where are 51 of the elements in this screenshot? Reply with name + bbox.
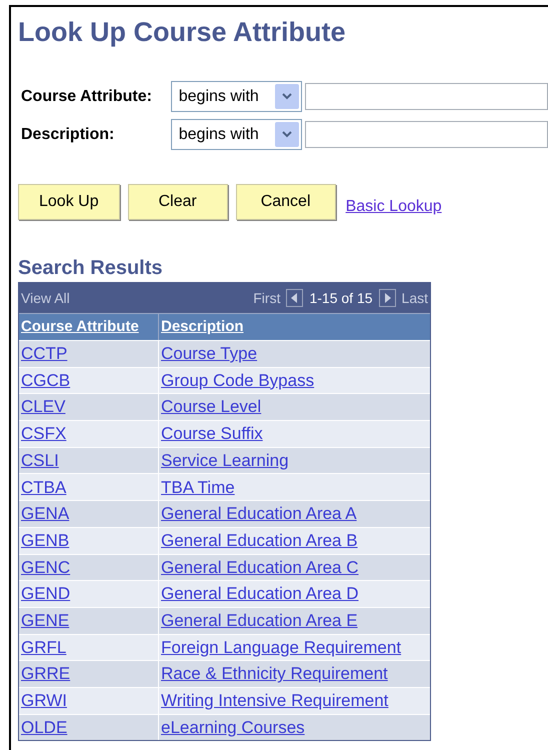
attribute-code-link[interactable]: GENB: [21, 528, 70, 554]
attribute-code-link[interactable]: CLEV: [21, 394, 66, 420]
field-label: Course Attribute:: [20, 86, 153, 106]
operator-dropdown[interactable]: begins with: [170, 81, 302, 112]
view-all-link[interactable]: View All: [21, 288, 70, 308]
action-button[interactable]: Clear: [128, 184, 228, 220]
text-field[interactable]: [304, 83, 548, 110]
action-button[interactable]: Cancel: [236, 184, 336, 220]
column-header[interactable]: Description: [159, 314, 430, 340]
operator-dropdown[interactable]: begins with: [170, 119, 302, 150]
chevron-down-icon: [274, 84, 299, 109]
attribute-code-link[interactable]: CCTP: [21, 341, 68, 367]
description-link[interactable]: General Education Area B: [161, 528, 358, 554]
description-link[interactable]: General Education Area E: [161, 608, 358, 634]
next-icon[interactable]: [378, 289, 396, 307]
previous-icon[interactable]: [286, 289, 304, 307]
description-link[interactable]: eLearning Courses: [161, 714, 305, 740]
description-link[interactable]: Course Type: [161, 341, 258, 367]
attribute-code-link[interactable]: CSFX: [21, 421, 66, 447]
description-link[interactable]: Writing Intensive Requirement: [161, 688, 388, 714]
section-heading: Search Results: [18, 256, 163, 280]
attribute-code-link[interactable]: CSLI: [21, 448, 59, 474]
chevron-down-icon: [274, 122, 299, 147]
description-link[interactable]: Service Learning: [161, 448, 289, 474]
description-link[interactable]: Course Level: [161, 394, 262, 420]
action-button[interactable]: Look Up: [18, 184, 120, 220]
field-label: Description:: [20, 124, 116, 144]
first-label: First: [253, 288, 280, 308]
attribute-code-link[interactable]: GRFL: [21, 634, 66, 660]
attribute-code-link[interactable]: GRRE: [21, 661, 70, 687]
description-link[interactable]: General Education Area D: [161, 581, 359, 607]
attribute-code-link[interactable]: GENC: [21, 554, 70, 580]
page-range: 1-15 of 15: [309, 288, 373, 308]
description-link[interactable]: General Education Area A: [161, 501, 357, 527]
attribute-code-link[interactable]: GRWI: [21, 688, 67, 714]
page-title: Look Up Course Attribute: [18, 16, 346, 49]
last-label: Last: [402, 288, 428, 308]
attribute-code-link[interactable]: CTBA: [21, 474, 66, 500]
description-link[interactable]: Race & Ethnicity Requirement: [161, 661, 388, 687]
description-link[interactable]: TBA Time: [161, 474, 235, 500]
basic-lookup-link[interactable]: Basic Lookup: [346, 195, 442, 219]
description-link[interactable]: Course Suffix: [161, 421, 263, 447]
attribute-code-link[interactable]: GEND: [21, 581, 70, 607]
description-link[interactable]: Group Code Bypass: [161, 368, 314, 394]
attribute-code-link[interactable]: GENA: [21, 501, 70, 527]
attribute-code-link[interactable]: GENE: [21, 608, 70, 634]
attribute-code-link[interactable]: OLDE: [21, 714, 68, 740]
description-link[interactable]: General Education Area C: [161, 554, 359, 580]
text-field[interactable]: [304, 121, 548, 148]
description-link[interactable]: Foreign Language Requirement: [161, 634, 402, 660]
attribute-code-link[interactable]: CGCB: [21, 368, 70, 394]
